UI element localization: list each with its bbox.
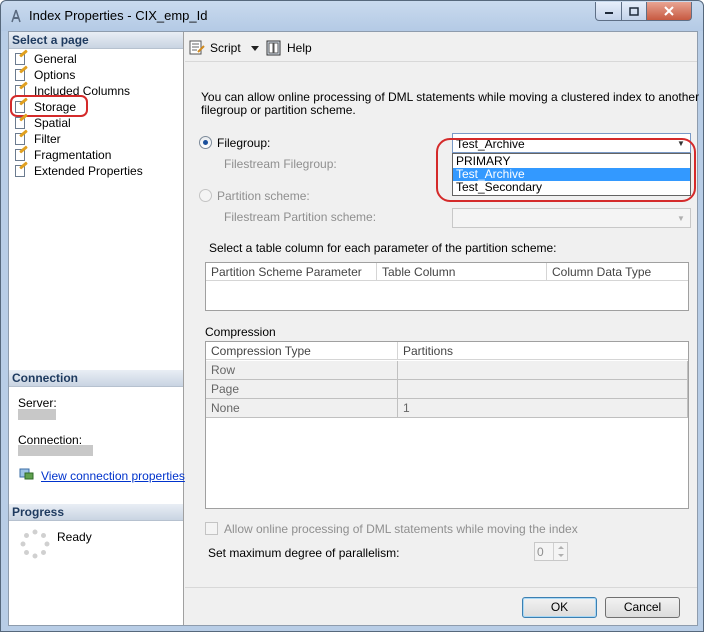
view-connection-properties-link[interactable]: View connection properties (41, 469, 185, 483)
compression-type-cell: None (206, 399, 398, 418)
progress-header: Progress (9, 504, 183, 521)
page-item-label: Filter (34, 132, 61, 146)
filestream-filegroup-label: Filestream Filegroup: (224, 157, 337, 171)
connection-value-redacted (18, 445, 93, 456)
progress-status: Ready (57, 530, 92, 544)
chevron-down-icon[interactable]: ▼ (674, 212, 688, 225)
script-dropdown-arrow-icon[interactable] (251, 46, 259, 51)
maxdop-label: Set maximum degree of parallelism: (208, 546, 400, 560)
server-label: Server: (18, 396, 57, 410)
script-button[interactable]: Script (188, 40, 241, 56)
script-icon (189, 40, 205, 55)
column-header[interactable]: Table Column (377, 263, 547, 281)
maximize-button[interactable] (621, 2, 647, 21)
column-header[interactable]: Partition Scheme Parameter (206, 263, 377, 281)
left-pane: Select a page General Options Included C… (9, 32, 185, 625)
title-bar[interactable]: Index Properties - CIX_emp_Id (1, 1, 703, 31)
partition-params-caption: Select a table column for each parameter… (209, 241, 557, 255)
server-value-redacted (18, 409, 56, 420)
compression-label: Compression (205, 325, 276, 339)
column-header[interactable]: Column Data Type (547, 263, 688, 281)
spinner-arrows-icon (558, 546, 564, 557)
page-item-label: Spatial (34, 116, 71, 130)
partitions-cell[interactable]: 1 (398, 399, 688, 418)
page-item-fragmentation[interactable]: Fragmentation (13, 145, 112, 163)
page-item-filter[interactable]: Filter (13, 129, 61, 147)
partitions-cell[interactable] (398, 361, 688, 380)
allow-online-checkbox[interactable] (205, 522, 218, 535)
compression-grid-header: Compression Type Partitions (206, 342, 688, 360)
partitions-cell[interactable] (398, 380, 688, 399)
table-row[interactable]: Row (206, 361, 688, 380)
toolbar: Script Help (185, 32, 697, 62)
partition-grid-header: Partition Scheme Parameter Table Column … (206, 263, 688, 281)
connection-properties-icon (19, 468, 34, 480)
dialog-client-area: Select a page General Options Included C… (8, 31, 700, 626)
minimize-icon (604, 12, 613, 14)
maximize-icon (629, 6, 639, 16)
help-button[interactable]: Help (265, 40, 312, 56)
help-icon (266, 40, 281, 56)
compression-grid[interactable]: Compression Type Partitions Row Page Non… (205, 341, 689, 509)
page-item-extended-properties[interactable]: Extended Properties (13, 161, 143, 179)
table-row[interactable]: None 1 (206, 399, 688, 418)
partition-parameters-grid[interactable]: Partition Scheme Parameter Table Column … (205, 262, 689, 311)
close-icon (664, 6, 674, 16)
help-label: Help (287, 41, 312, 55)
cancel-button[interactable]: Cancel (605, 597, 680, 618)
page-item-spatial[interactable]: Spatial (13, 113, 71, 131)
page-wand-icon (13, 129, 29, 146)
page-item-label: Options (34, 68, 76, 82)
dialog-window: Index Properties - CIX_emp_Id Select a p… (0, 0, 704, 632)
select-page-header: Select a page (9, 32, 183, 49)
maxdop-value: 0 (537, 545, 544, 559)
minimize-button[interactable] (595, 2, 622, 21)
dialog-button-bar: OK Cancel (185, 587, 697, 625)
compression-type-cell: Page (206, 380, 398, 399)
partition-scheme-radio[interactable] (199, 189, 212, 202)
filegroup-label: Filegroup: (217, 136, 271, 150)
annotation-oval-filegroup (436, 138, 696, 202)
maxdop-spinner[interactable]: 0 (534, 542, 568, 561)
column-header[interactable]: Compression Type (206, 342, 398, 360)
table-row[interactable]: Page (206, 380, 688, 399)
app-icon (11, 9, 21, 23)
page-wand-icon (13, 113, 29, 130)
filegroup-radio[interactable] (199, 136, 212, 149)
right-pane: Script Help You can allow online process… (185, 32, 700, 587)
filestream-partition-combo[interactable]: ▼ (452, 208, 691, 228)
annotation-oval-storage (10, 95, 88, 117)
page-item-label: Extended Properties (34, 164, 143, 178)
allow-online-label: Allow online processing of DML statement… (224, 522, 578, 536)
page-wand-icon (13, 161, 29, 178)
partition-scheme-label: Partition scheme: (217, 189, 310, 203)
info-text-line2: filegroup or partition scheme. (201, 103, 356, 117)
connection-header: Connection (9, 370, 183, 387)
page-item-general[interactable]: General (13, 49, 77, 67)
page-wand-icon (13, 49, 29, 66)
column-header[interactable]: Partitions (398, 342, 688, 360)
page-wand-icon (13, 65, 29, 82)
ok-button[interactable]: OK (522, 597, 597, 618)
filestream-partition-label: Filestream Partition scheme: (224, 210, 377, 224)
progress-spinner-icon (20, 529, 50, 559)
script-label: Script (210, 41, 241, 55)
page-item-label: Fragmentation (34, 148, 112, 162)
compression-type-cell: Row (206, 361, 398, 380)
page-item-options[interactable]: Options (13, 65, 76, 83)
page-item-label: General (34, 52, 77, 66)
page-wand-icon (13, 145, 29, 162)
close-button[interactable] (646, 2, 692, 21)
info-text-line1: You can allow online processing of DML s… (201, 90, 700, 104)
window-title: Index Properties - CIX_emp_Id (29, 8, 208, 23)
spinner-buttons[interactable] (553, 543, 567, 560)
